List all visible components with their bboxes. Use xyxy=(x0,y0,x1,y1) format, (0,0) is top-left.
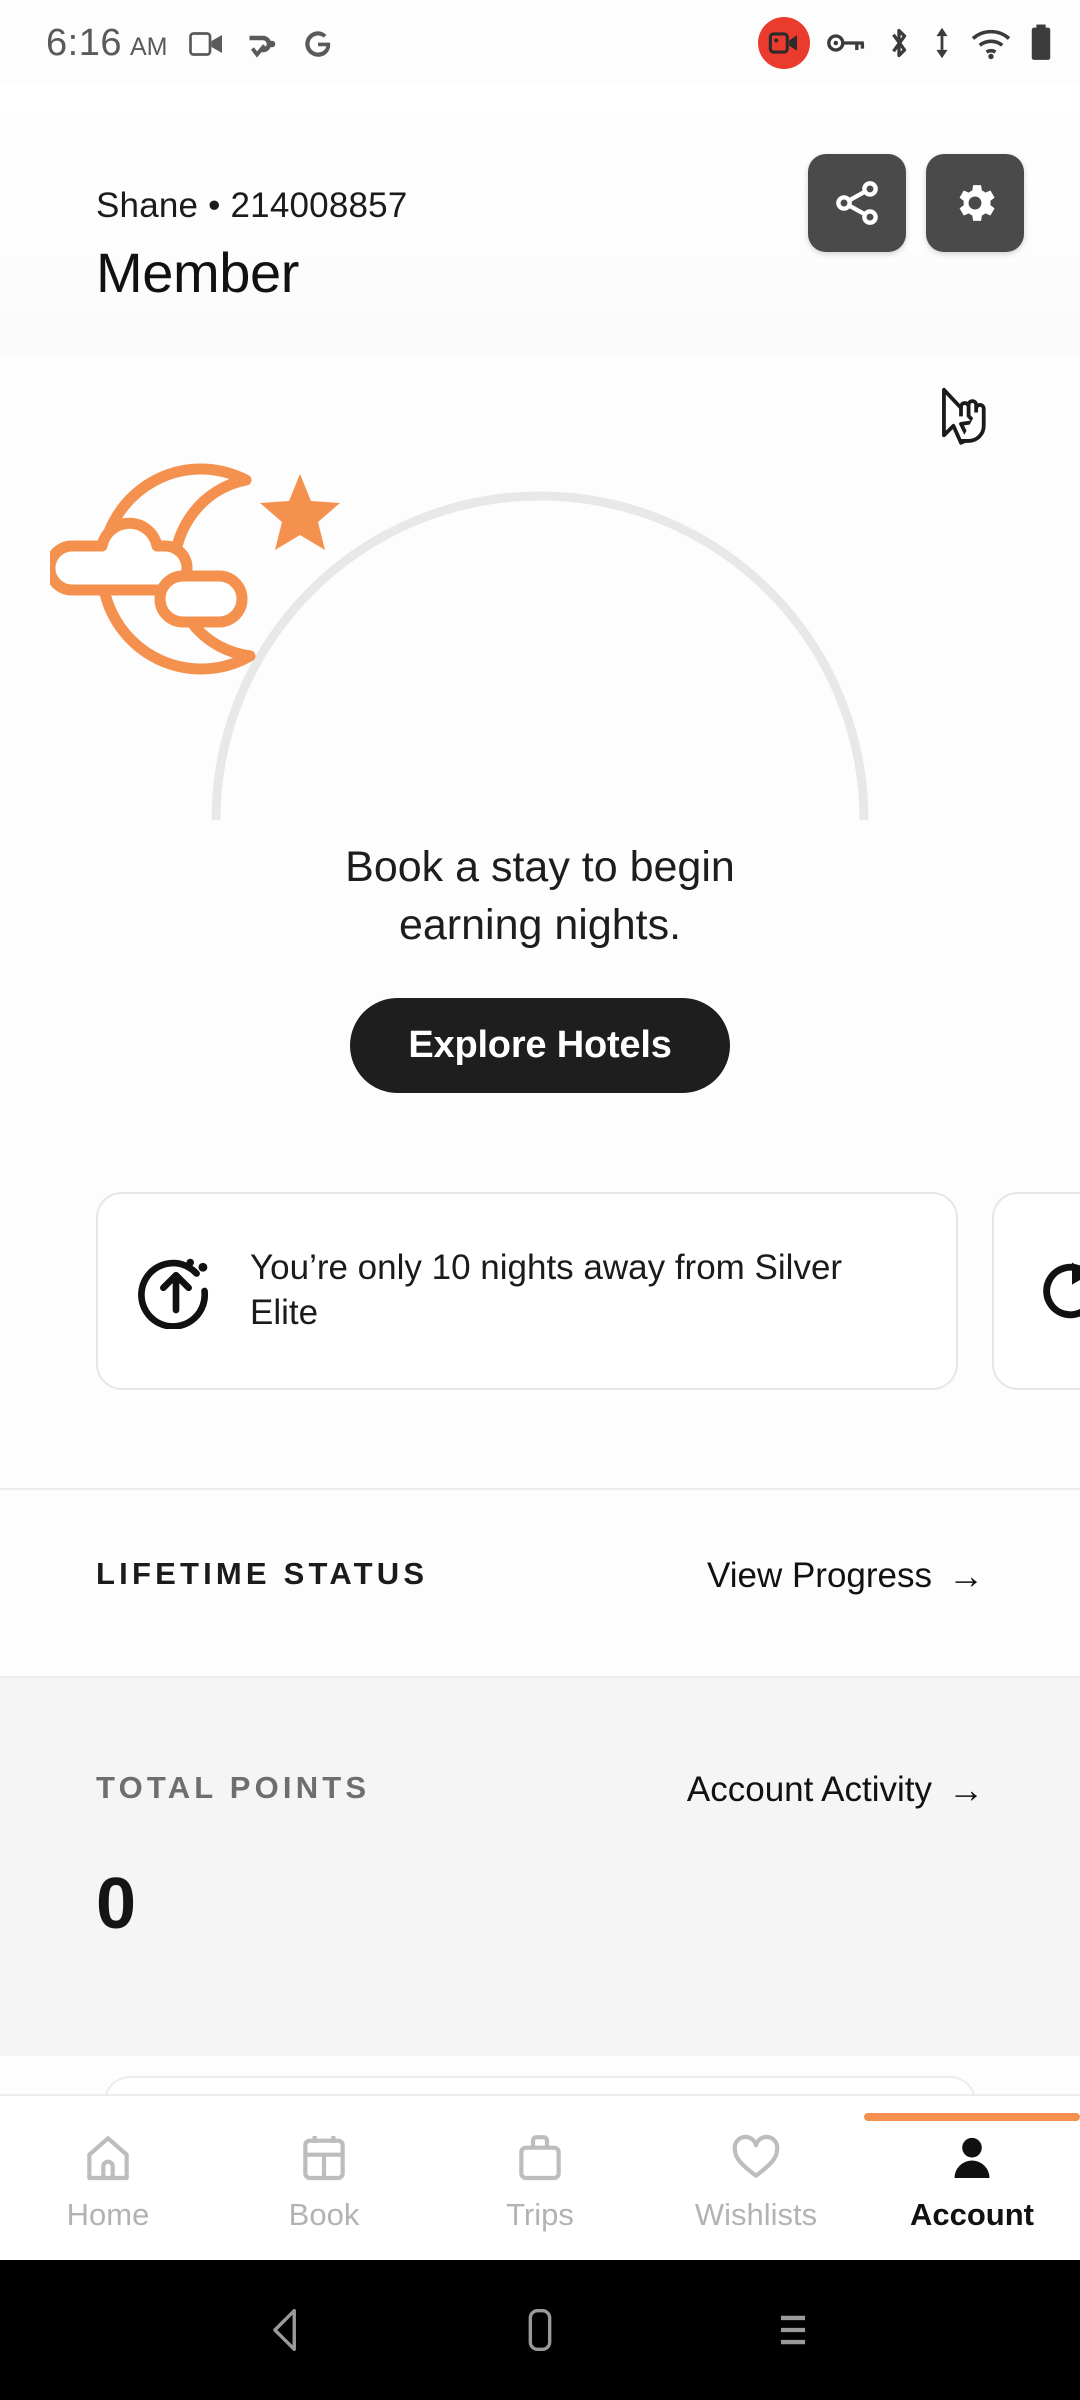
status-meridiem: AM xyxy=(129,32,168,61)
heart-icon xyxy=(732,2134,780,2178)
battery-icon xyxy=(1031,24,1051,60)
arrow-up-progress-icon xyxy=(138,1258,209,1329)
hero-message: Book a stay to begin earning nights. xyxy=(0,838,1080,954)
data-transfer-icon xyxy=(936,27,948,59)
total-points-label: TOTAL POINTS xyxy=(96,1770,371,1805)
share-button[interactable] xyxy=(808,154,906,252)
nav-item-wishlists[interactable]: Wishlists xyxy=(648,2123,864,2233)
nav-item-book[interactable]: Book xyxy=(216,2123,432,2233)
android-home-icon[interactable] xyxy=(511,2301,569,2359)
divider-above-points xyxy=(0,1676,1080,1678)
total-points-panel xyxy=(0,1676,1080,2056)
bottom-navigation: Home Book Trips Wishlists Account xyxy=(0,2094,1080,2260)
arrow-right-icon: → xyxy=(948,1555,984,1596)
briefcase-icon xyxy=(519,2135,561,2181)
status-time: 6:16 xyxy=(46,21,122,64)
total-points-section: TOTAL POINTS Account Activity → xyxy=(0,1770,1080,1810)
calendar-icon xyxy=(303,2136,345,2181)
view-progress-label: View Progress xyxy=(706,1556,932,1595)
nav-item-home[interactable]: Home xyxy=(0,2123,216,2233)
hero-cta-wrap: Explore Hotels xyxy=(0,998,1080,1094)
header-actions xyxy=(808,154,1024,252)
vpn-key-check-icon xyxy=(249,35,276,58)
header-text-block: Shane • 214008857 Member xyxy=(96,186,408,305)
nights-progress-ring xyxy=(50,460,880,820)
member-id-line: Shane • 214008857 xyxy=(96,186,408,225)
gear-icon xyxy=(959,185,995,221)
hero-message-line1: Book a stay to begin xyxy=(345,843,735,891)
nav-item-trips[interactable]: Trips xyxy=(432,2123,648,2233)
android-recents-icon[interactable] xyxy=(764,2301,822,2359)
wifi-icon xyxy=(971,29,1011,60)
page-header: Shane • 214008857 Member xyxy=(0,86,1080,445)
account-activity-label: Account Activity xyxy=(686,1770,932,1809)
promo-card-silver-elite[interactable]: You’re only 10 nights away from Silver E… xyxy=(96,1192,958,1390)
nav-label-trips: Trips xyxy=(506,2197,574,2232)
arrow-right-icon: → xyxy=(948,1769,984,1810)
nav-label-book: Book xyxy=(288,2197,360,2232)
active-tab-indicator xyxy=(864,2113,1080,2121)
total-points-value: 0 xyxy=(96,1864,137,1944)
status-bar-left: 6:16 AM xyxy=(46,22,335,65)
google-g-icon xyxy=(305,30,332,57)
android-system-nav xyxy=(0,2260,1080,2400)
key-icon xyxy=(827,34,865,52)
status-left-icon-group xyxy=(189,27,335,61)
nav-label-wishlists: Wishlists xyxy=(694,2197,818,2232)
promo-card-carousel[interactable]: You’re only 10 nights away from Silver E… xyxy=(0,1192,1080,1390)
video-camera-icon xyxy=(189,31,223,56)
settings-button[interactable] xyxy=(926,154,1024,252)
divider-above-lifetime xyxy=(0,1488,1080,1490)
page-title: Member xyxy=(96,241,299,304)
moon-cloud-star-icon xyxy=(50,463,340,675)
refresh-rotate-icon xyxy=(1043,1262,1080,1319)
home-icon xyxy=(87,2136,129,2181)
share-icon xyxy=(836,181,878,225)
app-screen: 6:16 AM Shane • 214008857 Member Book a … xyxy=(0,0,1080,2400)
lifetime-status-section: LIFETIME STATUS View Progress → xyxy=(0,1556,1080,1596)
promo-card-next[interactable] xyxy=(992,1192,1080,1390)
status-bar: 6:16 AM xyxy=(0,0,1080,86)
hero-section: Book a stay to begin earning nights. Exp… xyxy=(0,400,1080,1094)
account-activity-link[interactable]: Account Activity → xyxy=(687,1770,984,1810)
view-progress-link[interactable]: View Progress → xyxy=(707,1556,984,1596)
explore-hotels-button[interactable]: Explore Hotels xyxy=(350,998,730,1094)
hero-message-line2: earning nights. xyxy=(398,901,682,950)
nav-label-account: Account xyxy=(910,2197,1034,2232)
lifetime-status-label: LIFETIME STATUS xyxy=(96,1556,429,1591)
nav-item-account[interactable]: Account xyxy=(864,2113,1080,2233)
bluetooth-icon xyxy=(892,28,907,58)
screen-record-icon xyxy=(758,17,810,69)
promo-card-text: You’re only 10 nights away from Silver E… xyxy=(250,1248,843,1332)
nav-label-home: Home xyxy=(66,2197,150,2232)
person-icon xyxy=(954,2137,990,2178)
android-back-icon[interactable] xyxy=(258,2301,316,2359)
status-bar-right xyxy=(758,17,1054,69)
